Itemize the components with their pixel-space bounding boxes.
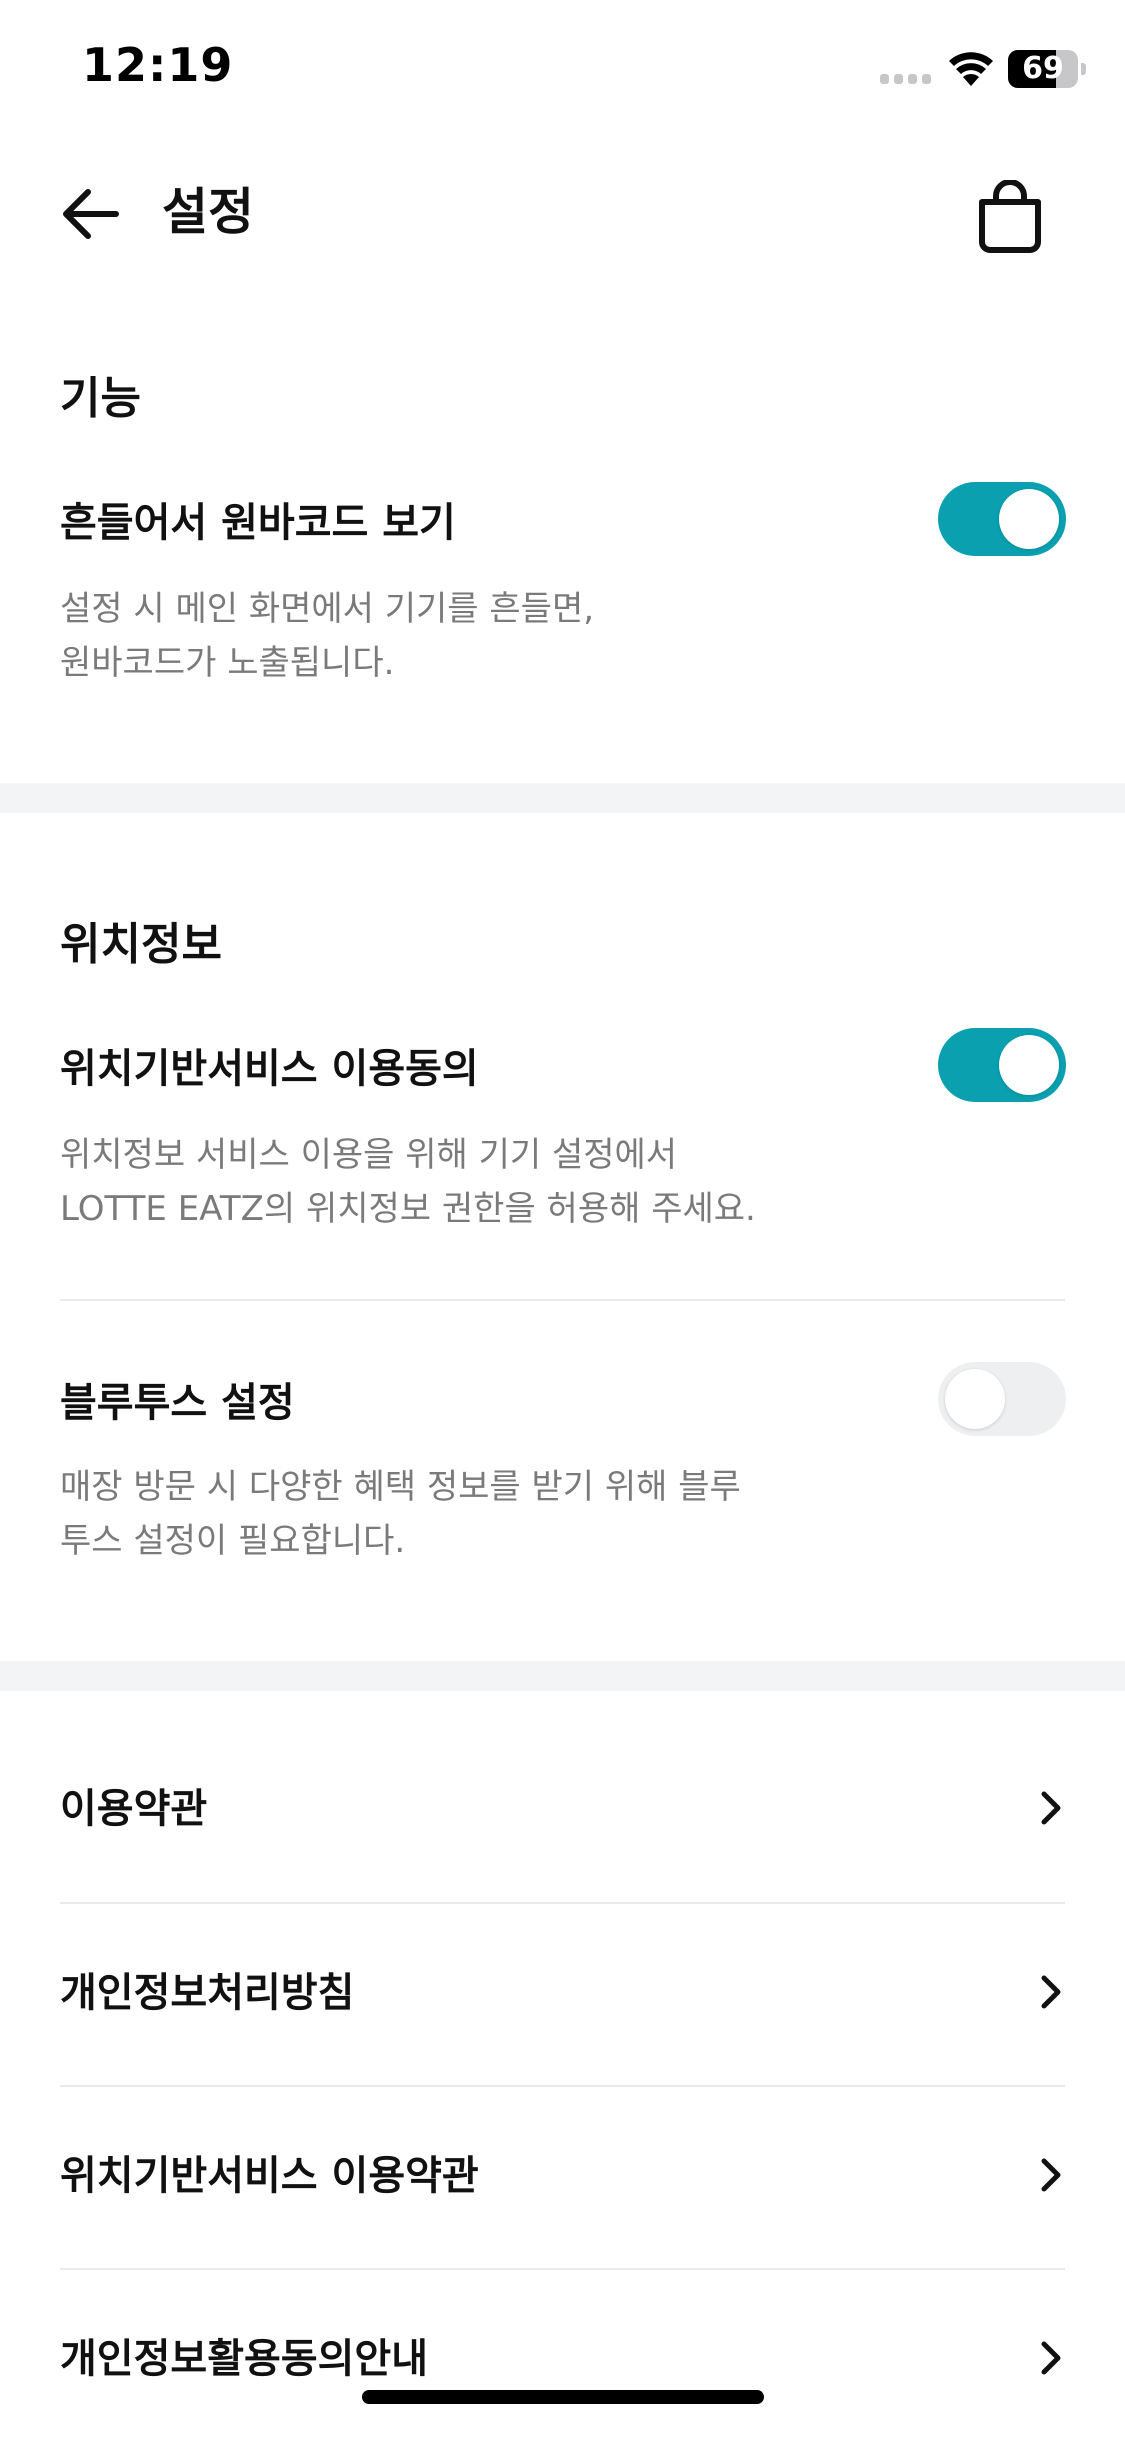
arrow-left-icon[interactable] [58, 182, 122, 246]
page-title: 설정 [162, 183, 254, 241]
link-label: 개인정보활용동의안내 [60, 2336, 428, 2382]
section-divider-band [0, 783, 1125, 813]
lbs-consent-description: 위치정보 서비스 이용을 위해 기기 설정에서 LOTTE EATZ의 위치정보… [60, 1135, 756, 1229]
link-row-privacy-policy[interactable]: 개인정보처리방침 [0, 1902, 1125, 2084]
chevron-right-icon [1041, 2341, 1061, 2375]
link-row-data-usage-consent[interactable]: 개인정보활용동의안내 [0, 2268, 1125, 2450]
link-row-terms[interactable]: 이용약관 [0, 1718, 1125, 1900]
link-label: 이용약관 [60, 1786, 208, 1832]
lbs-consent-toggle[interactable] [938, 1028, 1066, 1102]
chevron-right-icon [1041, 1975, 1061, 2009]
section-title-location: 위치정보 [60, 919, 222, 970]
lbs-consent-label: 위치기반서비스 이용동의 [60, 1046, 479, 1092]
bluetooth-description: 매장 방문 시 다양한 혜택 정보를 받기 위해 블루 투스 설정이 필요합니다… [60, 1467, 741, 1561]
wifi-icon [949, 52, 993, 86]
status-time: 12:19 [82, 38, 234, 92]
shake-barcode-toggle[interactable] [938, 482, 1066, 556]
cellular-signal-icon [880, 74, 931, 84]
shake-barcode-label: 흔들어서 원바코드 보기 [60, 500, 456, 546]
chevron-right-icon [1041, 2158, 1061, 2192]
link-label: 개인정보처리방침 [60, 1970, 355, 2016]
status-bar: 12:19 69 [0, 0, 1125, 140]
bluetooth-toggle[interactable] [938, 1362, 1066, 1436]
app-header: 설정 [0, 150, 1125, 280]
section-title-feature: 기능 [60, 373, 141, 424]
shake-barcode-description: 설정 시 메인 화면에서 기기를 흔들면, 원바코드가 노출됩니다. [60, 589, 595, 683]
battery-icon: 69 [1008, 50, 1086, 88]
item-divider [60, 1299, 1065, 1301]
home-indicator[interactable] [362, 2390, 764, 2404]
link-row-location-terms[interactable]: 위치기반서비스 이용약관 [0, 2085, 1125, 2267]
section-divider-band [0, 1661, 1125, 1691]
shopping-bag-icon[interactable] [974, 180, 1046, 254]
link-label: 위치기반서비스 이용약관 [60, 2153, 479, 2199]
bluetooth-label: 블루투스 설정 [60, 1380, 295, 1426]
battery-percent: 69 [1022, 51, 1064, 86]
chevron-right-icon [1041, 1791, 1061, 1825]
